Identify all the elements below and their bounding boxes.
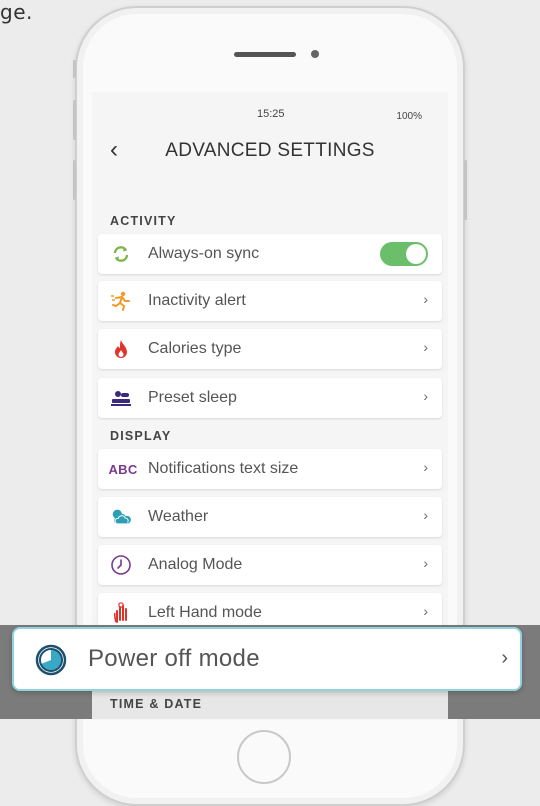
setting-row-inactivity-alert[interactable]: Inactivity alert › xyxy=(98,281,442,321)
sleeping-person-icon xyxy=(110,388,132,408)
mute-switch xyxy=(73,60,76,78)
status-bar: 15:25 100% xyxy=(92,108,448,124)
setting-label: Preset sleep xyxy=(148,389,237,406)
chevron-right-icon: › xyxy=(501,647,508,669)
home-button[interactable] xyxy=(237,730,291,784)
chevron-right-icon: › xyxy=(423,603,428,619)
setting-row-calories-type[interactable]: Calories type › xyxy=(98,329,442,369)
volume-up-button xyxy=(73,100,76,140)
flame-icon xyxy=(110,339,132,359)
setting-label: Always-on sync xyxy=(148,245,260,262)
section-header-activity: ACTIVITY xyxy=(110,214,177,228)
page-text-fragment: ge. xyxy=(0,0,33,24)
setting-row-preset-sleep[interactable]: Preset sleep › xyxy=(98,378,442,418)
navigation-bar: ‹ ADVANCED SETTINGS xyxy=(92,132,448,172)
abc-icon-text: ABC xyxy=(108,461,138,477)
abc-icon: ABC xyxy=(106,459,140,479)
section-header-time-date: TIME & DATE xyxy=(110,697,203,711)
power-button xyxy=(464,160,467,220)
setting-label: Notifications text size xyxy=(148,460,299,477)
setting-label: Analog Mode xyxy=(148,556,243,573)
chevron-right-icon: › xyxy=(423,291,428,307)
volume-down-button xyxy=(73,160,76,200)
chevron-right-icon: › xyxy=(423,459,428,475)
sync-icon xyxy=(110,244,132,264)
running-person-icon xyxy=(110,291,132,311)
setting-label: Calories type xyxy=(148,340,242,357)
chevron-right-icon: › xyxy=(423,555,428,571)
speaker-grille xyxy=(234,52,296,57)
chevron-right-icon: › xyxy=(423,388,428,404)
power-off-mode-icon xyxy=(35,644,67,676)
setting-label: Left Hand mode xyxy=(148,604,262,621)
setting-row-notifications-text-size[interactable]: ABC Notifications text size › xyxy=(98,449,442,489)
power-off-mode-label: Power off mode xyxy=(88,645,260,672)
page-title: ADVANCED SETTINGS xyxy=(165,140,375,161)
always-on-sync-toggle[interactable] xyxy=(380,242,428,266)
toggle-knob xyxy=(406,244,426,264)
front-camera xyxy=(311,50,319,58)
setting-row-weather[interactable]: Weather › xyxy=(98,497,442,537)
chevron-right-icon: › xyxy=(423,339,428,355)
weather-icon xyxy=(110,507,132,527)
setting-label: Inactivity alert xyxy=(148,292,246,309)
setting-row-always-on-sync[interactable]: Always-on sync xyxy=(98,234,442,274)
status-time: 15:25 xyxy=(257,108,285,120)
setting-row-power-off-mode[interactable]: Power off mode › xyxy=(12,627,522,691)
setting-row-analog-mode[interactable]: Analog Mode › xyxy=(98,545,442,585)
battery-level: 100% xyxy=(396,111,422,122)
hand-icon xyxy=(110,602,132,623)
chevron-right-icon: › xyxy=(423,507,428,523)
clock-icon xyxy=(110,555,132,575)
setting-label: Weather xyxy=(148,508,209,525)
section-header-display: DISPLAY xyxy=(110,429,172,443)
